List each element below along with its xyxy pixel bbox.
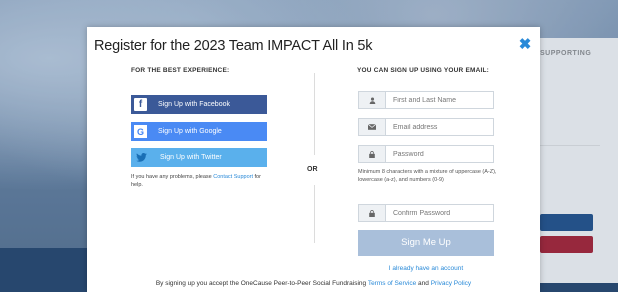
terms-prefix: By signing up you accept the OneCause Pe…	[155, 280, 368, 287]
terms-of-service-link[interactable]: Terms of Service	[368, 280, 416, 287]
google-signup-label: Sign Up with Google	[158, 128, 222, 135]
or-label: OR	[307, 166, 318, 173]
email-field[interactable]	[358, 118, 494, 136]
confirm-password-field[interactable]	[358, 204, 494, 222]
confirm-password-input[interactable]	[386, 205, 493, 221]
password-input[interactable]	[386, 146, 493, 162]
email-input[interactable]	[386, 119, 493, 135]
name-field[interactable]	[358, 91, 494, 109]
sign-me-up-button[interactable]: Sign Me Up	[358, 230, 494, 256]
person-icon	[359, 92, 386, 108]
close-icon[interactable]: ✖	[518, 37, 532, 52]
email-heading: YOU CAN SIGN UP USING YOUR EMAIL:	[357, 67, 490, 74]
contact-support-link[interactable]: Contact Support	[213, 174, 253, 180]
terms-and: and	[416, 280, 431, 287]
google-signup-button[interactable]: G Sign Up with Google	[131, 122, 267, 141]
register-modal: Register for the 2023 Team IMPACT All In…	[87, 27, 540, 292]
google-icon: G	[134, 125, 147, 138]
divider-bottom	[314, 185, 315, 243]
lock-icon	[359, 205, 386, 221]
facebook-signup-label: Sign Up with Facebook	[158, 101, 230, 108]
help-text: If you have any problems, please Contact…	[131, 173, 271, 189]
modal-title: Register for the 2023 Team IMPACT All In…	[94, 38, 373, 54]
facebook-signup-button[interactable]: f Sign Up with Facebook	[131, 95, 267, 114]
password-hint: Minimum 8 characters with a mixture of u…	[358, 169, 497, 183]
terms-text: By signing up you accept the OneCause Pe…	[87, 280, 540, 287]
envelope-icon	[359, 119, 386, 135]
have-account-link[interactable]: I already have an account	[358, 265, 494, 272]
lock-icon	[359, 146, 386, 162]
twitter-signup-button[interactable]: Sign Up with Twitter	[131, 148, 267, 167]
password-field[interactable]	[358, 145, 494, 163]
privacy-policy-link[interactable]: Privacy Policy	[431, 280, 471, 287]
facebook-icon: f	[134, 98, 147, 111]
name-input[interactable]	[386, 92, 493, 108]
help-prefix: If you have any problems, please	[131, 174, 214, 180]
social-heading: FOR THE BEST EXPERIENCE:	[131, 67, 230, 74]
divider-top	[314, 73, 315, 155]
twitter-signup-label: Sign Up with Twitter	[160, 154, 222, 161]
twitter-icon	[132, 148, 151, 167]
